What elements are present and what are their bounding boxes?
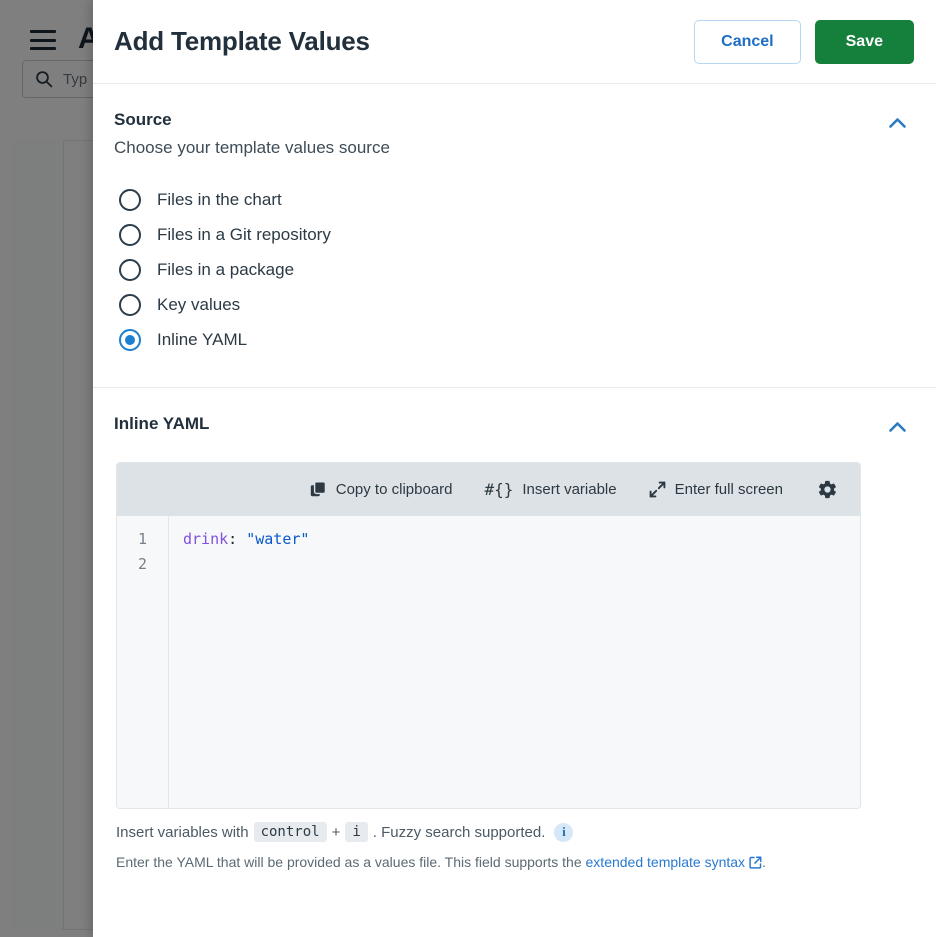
cancel-button[interactable]: Cancel [694,19,801,64]
code-content[interactable]: drink: "water" [169,516,860,808]
copy-icon [310,481,327,498]
kbd-i: i [345,822,368,842]
yaml-help-text: Enter the YAML that will be provided as … [116,854,914,872]
yaml-code-editor[interactable]: 1 2 drink: "water" [117,516,860,808]
radio-option-label: Key values [157,294,241,314]
drawer-header: Add Template Values Cancel Save [93,0,936,84]
extended-template-syntax-link[interactable]: extended template syntax [586,854,746,870]
radio-icon-selected [119,328,141,351]
chevron-up-icon[interactable] [882,108,912,138]
add-template-values-drawer: Add Template Values Cancel Save Source C… [93,0,936,937]
insert-variable-hint: Insert variables with control + i . Fuzz… [116,822,914,842]
radio-icon [119,188,141,211]
external-link-icon [749,856,762,872]
radio-option-label: Inline YAML [157,329,248,349]
source-section: Source Choose your template values sourc… [93,84,936,387]
enter-full-screen-button[interactable]: Enter full screen [633,473,799,507]
source-section-subtitle: Choose your template values source [114,138,390,157]
hint-prefix: Insert variables with [116,823,249,841]
yaml-key: drink [183,530,229,548]
yaml-editor-toolbar: Copy to clipboard #{} Insert variable En… [117,463,860,516]
hash-braces-icon: #{} [484,480,514,499]
copy-to-clipboard-label: Copy to clipboard [335,481,453,498]
enter-full-screen-label: Enter full screen [674,481,783,498]
kbd-control: control [253,822,327,842]
inline-yaml-section-title: Inline YAML [114,414,210,433]
yaml-value: "water" [246,530,310,548]
radio-option-label: Files in a Git repository [157,224,331,244]
inline-yaml-section: Inline YAML Copy to clipboard #{} Insert… [93,388,936,872]
hint-suffix: . Fuzzy search supported. [372,823,546,841]
insert-variable-button[interactable]: #{} Insert variable [468,473,632,507]
yaml-colon: : [228,530,238,548]
chevron-up-icon[interactable] [882,412,912,442]
yaml-editor: Copy to clipboard #{} Insert variable En… [116,462,861,809]
radio-option-files-in-the-chart[interactable]: Files in the chart [114,182,914,217]
inline-yaml-section-header: Inline YAML [114,412,914,442]
line-number: 2 [137,555,148,573]
radio-option-label: Files in the chart [157,189,282,209]
radio-icon [119,293,141,316]
radio-option-inline-yaml[interactable]: Inline YAML [114,322,914,357]
radio-option-key-values[interactable]: Key values [114,287,914,322]
radio-option-files-in-a-package[interactable]: Files in a package [114,252,914,287]
help-period: . [762,854,766,870]
source-section-header: Source Choose your template values sourc… [114,108,914,162]
code-line-1: drink: "water" [183,527,860,552]
editor-settings-button[interactable] [799,473,838,507]
source-section-title: Source [114,110,172,129]
radio-icon [119,258,141,281]
save-button[interactable]: Save [814,19,914,64]
insert-variable-label: Insert variable [522,481,617,498]
source-options-radio-group: Files in the chart Files in a Git reposi… [114,182,914,387]
line-number: 1 [137,530,148,548]
gear-icon [817,479,838,500]
radio-icon [119,223,141,246]
expand-arrows-icon [649,481,666,498]
radio-option-label: Files in a package [157,259,295,279]
radio-option-files-in-a-git-repository[interactable]: Files in a Git repository [114,217,914,252]
info-icon[interactable]: i [554,822,574,842]
page-title: Add Template Values [114,26,370,56]
copy-to-clipboard-button[interactable]: Copy to clipboard [294,473,469,507]
help-text: Enter the YAML that will be provided as … [116,854,582,870]
hint-plus: + [331,823,341,841]
line-number-gutter: 1 2 [117,516,169,808]
